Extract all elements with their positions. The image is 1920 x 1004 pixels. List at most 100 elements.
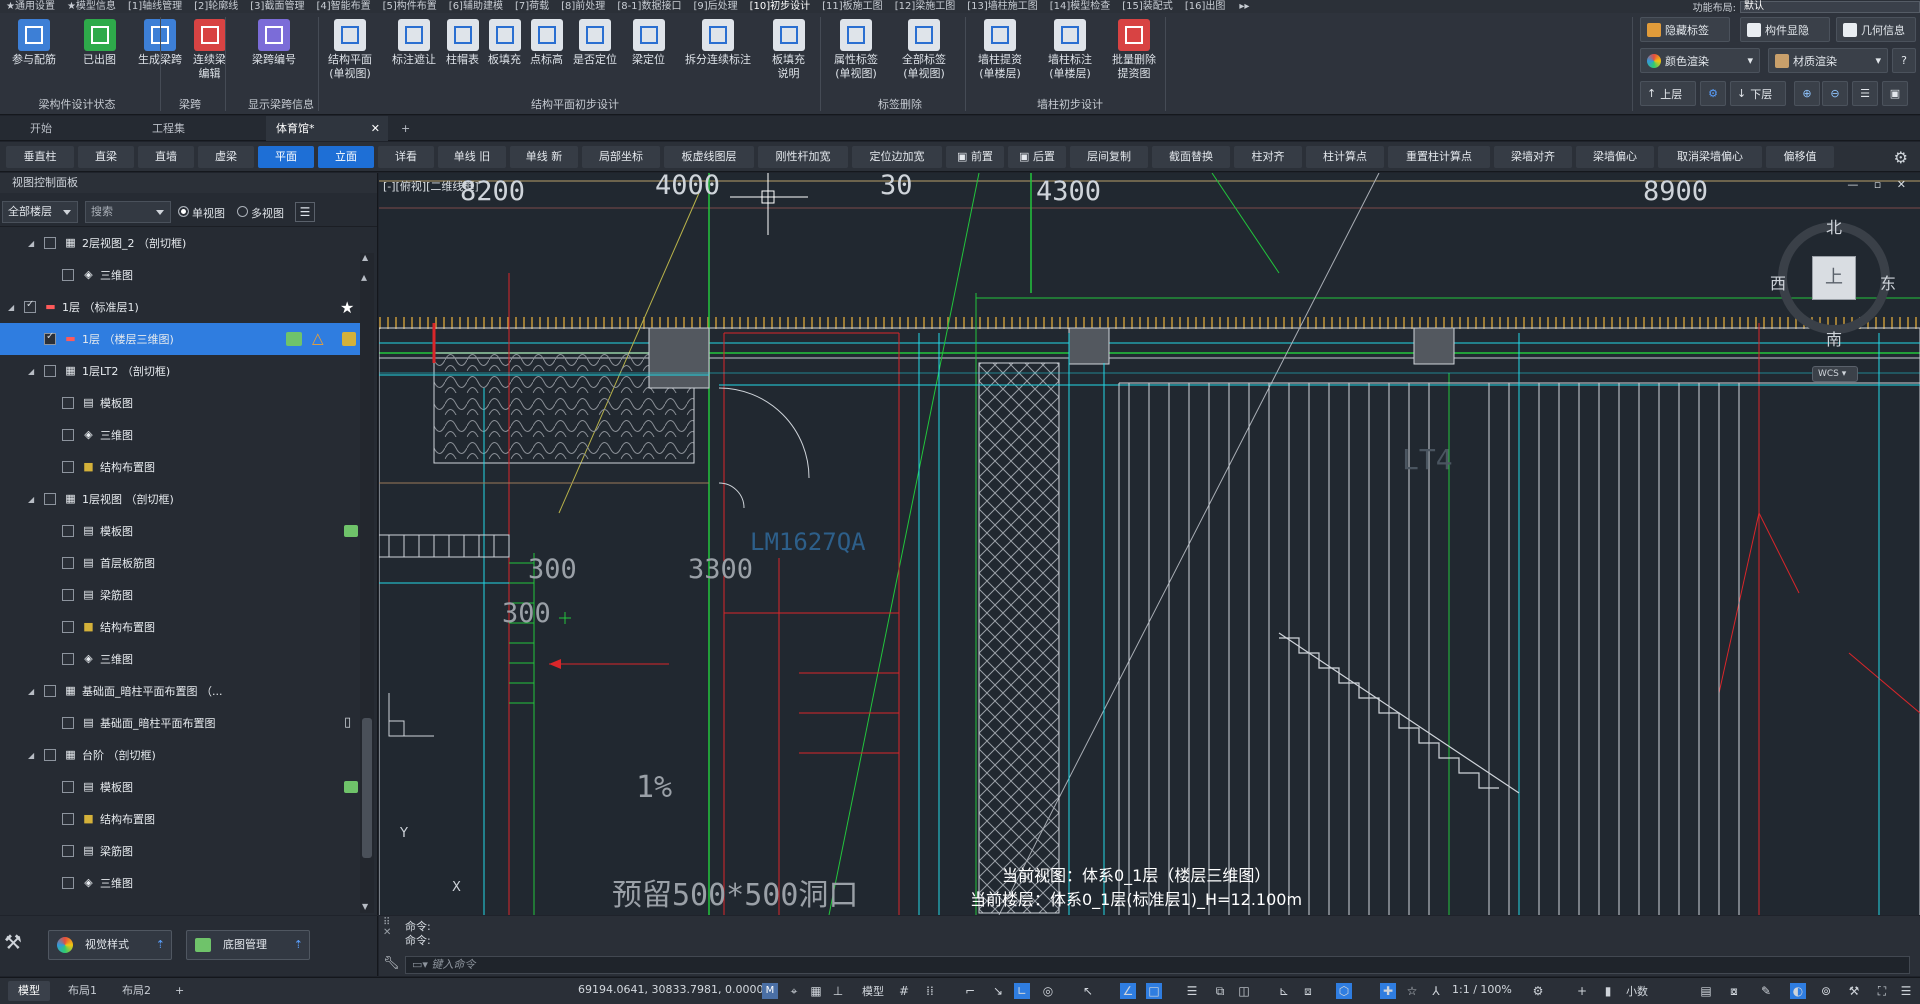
- tree-node[interactable]: ◢ ▦ 2层视图_2 （剖切框): [0, 227, 360, 259]
- layout-select[interactable]: 默认: [1740, 0, 1920, 13]
- ribbon-button[interactable]: 墙柱标注 (单楼层): [1048, 19, 1092, 81]
- quick-command-button[interactable]: 局部坐标: [582, 146, 660, 168]
- annotation-scale[interactable]: 1:1 / 100%: [1452, 983, 1512, 996]
- tree-checkbox[interactable]: [62, 589, 74, 601]
- search-input[interactable]: 搜索: [85, 201, 171, 223]
- gizmo-icon[interactable]: ✚: [1380, 983, 1396, 999]
- tree-node[interactable]: ▤ 模板图: [0, 771, 360, 803]
- quick-command-button[interactable]: 直墙: [138, 146, 194, 168]
- quick-props-icon[interactable]: ▤: [1698, 983, 1714, 999]
- ucs-icon[interactable]: ⊥: [830, 983, 846, 999]
- quick-command-button[interactable]: 截面替换: [1152, 146, 1230, 168]
- menu-item[interactable]: [4]智能布置: [310, 0, 376, 13]
- scroll-top-icon[interactable]: ▴: [361, 270, 367, 284]
- tree-checkbox[interactable]: [62, 397, 74, 409]
- tree-node[interactable]: ▤ 首层板筋图: [0, 547, 360, 579]
- customize-icon[interactable]: ⚒: [1846, 983, 1862, 999]
- infer-icon[interactable]: ↘: [990, 983, 1006, 999]
- tab-layout1[interactable]: 布局1: [58, 981, 107, 1001]
- tree-checkbox[interactable]: [62, 877, 74, 889]
- command-input[interactable]: ▭▾ 键入命令: [405, 956, 1910, 974]
- menu-item[interactable]: [9]后处理: [687, 0, 743, 13]
- ribbon-button[interactable]: 结构平面 (单视图): [328, 19, 372, 81]
- quick-command-button[interactable]: 柱对齐: [1234, 146, 1302, 168]
- menu-icon[interactable]: ☰: [295, 202, 315, 222]
- ribbon-button[interactable]: 已出图: [83, 19, 116, 67]
- expand-toggle-icon[interactable]: ◢: [28, 687, 34, 696]
- tree-checkbox[interactable]: [44, 237, 56, 249]
- tree-checkbox[interactable]: [44, 493, 56, 505]
- scroll-down-icon[interactable]: ▼: [362, 902, 368, 911]
- menu-item[interactable]: [7]荷载: [509, 0, 555, 13]
- star-icon[interactable]: ★: [340, 298, 354, 317]
- ribbon-button[interactable]: 拆分连续标注: [685, 19, 751, 67]
- ribbon-button[interactable]: 板填充: [488, 19, 521, 67]
- ribbon-button[interactable]: 梁定位: [632, 19, 665, 67]
- tree-node[interactable]: ▤ 模板图: [0, 387, 360, 419]
- grid-display-icon[interactable]: #: [896, 983, 912, 999]
- menu-item[interactable]: [14]模型检查: [1044, 0, 1117, 13]
- tree-checkbox[interactable]: [62, 781, 74, 793]
- ribbon-button[interactable]: 梁跨编号: [252, 19, 296, 67]
- quick-command-button[interactable]: 垂直柱: [6, 146, 74, 168]
- lock-ui-icon[interactable]: ⧇: [1726, 983, 1742, 999]
- track-icon[interactable]: ∠: [1120, 983, 1136, 999]
- tree-checkbox[interactable]: [62, 429, 74, 441]
- floor-filter-select[interactable]: 全部楼层: [2, 201, 78, 223]
- lineweight-icon[interactable]: ☰: [1184, 983, 1200, 999]
- quick-command-button[interactable]: 直梁: [78, 146, 134, 168]
- tab-gymnasium[interactable]: 体育馆* ✕: [266, 116, 388, 141]
- menu-item[interactable]: [11]板施工图: [816, 0, 889, 13]
- multi-view-radio[interactable]: 多视图: [237, 205, 284, 221]
- tree-checkbox[interactable]: [62, 269, 74, 281]
- menu-item[interactable]: [15]装配式: [1116, 0, 1179, 13]
- menu-item[interactable]: [2]轮廓线: [188, 0, 244, 13]
- menu-item[interactable]: [8-1]数据接口: [611, 0, 687, 13]
- tree-checkbox[interactable]: [62, 845, 74, 857]
- tree-scrollbar-thumb[interactable]: [362, 718, 372, 858]
- tab-project-set[interactable]: 工程集: [136, 116, 266, 141]
- menu-item[interactable]: [5]构件布置: [377, 0, 443, 13]
- help-button[interactable]: ?: [1892, 48, 1916, 73]
- quick-command-button[interactable]: 偏移值: [1766, 146, 1834, 168]
- menu-item[interactable]: [1]轴线管理: [122, 0, 188, 13]
- tree-node[interactable]: ▬ 1层 （楼层三维图) △: [0, 323, 360, 355]
- zoom-out-button[interactable]: ⊖: [1822, 81, 1848, 106]
- quick-command-button[interactable]: 柱计算点: [1306, 146, 1384, 168]
- isolate-icon[interactable]: ✎: [1758, 983, 1774, 999]
- tree-checkbox[interactable]: [44, 749, 56, 761]
- hardware-accel-icon[interactable]: ◐: [1790, 983, 1806, 999]
- dyn-input-icon[interactable]: □: [1146, 983, 1162, 999]
- ortho-icon[interactable]: ⌐: [962, 983, 978, 999]
- tree-checkbox[interactable]: [62, 717, 74, 729]
- tree-node[interactable]: ▤ 梁筋图: [0, 835, 360, 867]
- compass-south[interactable]: 南: [1826, 326, 1842, 350]
- expand-toggle-icon[interactable]: ◢: [28, 367, 34, 376]
- wcs-button[interactable]: WCS ▾: [1812, 366, 1858, 382]
- isodraft-icon[interactable]: ◎: [1040, 983, 1056, 999]
- menu-item[interactable]: ★模型信息: [61, 0, 122, 13]
- tree-node[interactable]: ◈ 三维图: [0, 259, 360, 291]
- quick-command-button[interactable]: 单线 旧: [438, 146, 506, 168]
- quick-command-button[interactable]: 单线 新: [510, 146, 578, 168]
- settings-gear-icon[interactable]: ⚙: [1894, 148, 1908, 167]
- ribbon-button[interactable]: 参与配筋: [12, 19, 56, 67]
- menu-item[interactable]: [6]辅助建模: [443, 0, 509, 13]
- tab-model[interactable]: 模型: [8, 981, 50, 1001]
- tree-node[interactable]: ◈ 三维图: [0, 643, 360, 675]
- tree-node[interactable]: ▤ 基础面_暗柱平面布置图 ▯: [0, 707, 360, 739]
- fullscreen-icon[interactable]: ⛶: [1874, 983, 1890, 999]
- tree-checkbox[interactable]: [62, 461, 74, 473]
- cad-viewport[interactable]: [379, 173, 1920, 915]
- menu-item[interactable]: [13]墙柱施工图: [961, 0, 1044, 13]
- tab-layout2[interactable]: 布局2: [112, 981, 161, 1001]
- material-render-button[interactable]: 材质渲染 ▾: [1768, 48, 1888, 73]
- tree-node[interactable]: ◢ ▦ 台阶 （剖切框): [0, 739, 360, 771]
- menu-item[interactable]: [16]出图: [1179, 0, 1232, 13]
- quick-command-button[interactable]: 详看: [378, 146, 434, 168]
- tools-icon[interactable]: ⚒: [4, 930, 22, 954]
- ribbon-button[interactable]: 标注遮让: [392, 19, 436, 67]
- tree-node[interactable]: ■ 结构布置图: [0, 803, 360, 835]
- hide-tag-button[interactable]: 隐藏标签: [1640, 17, 1730, 42]
- clean-screen-icon[interactable]: ⊚: [1818, 983, 1834, 999]
